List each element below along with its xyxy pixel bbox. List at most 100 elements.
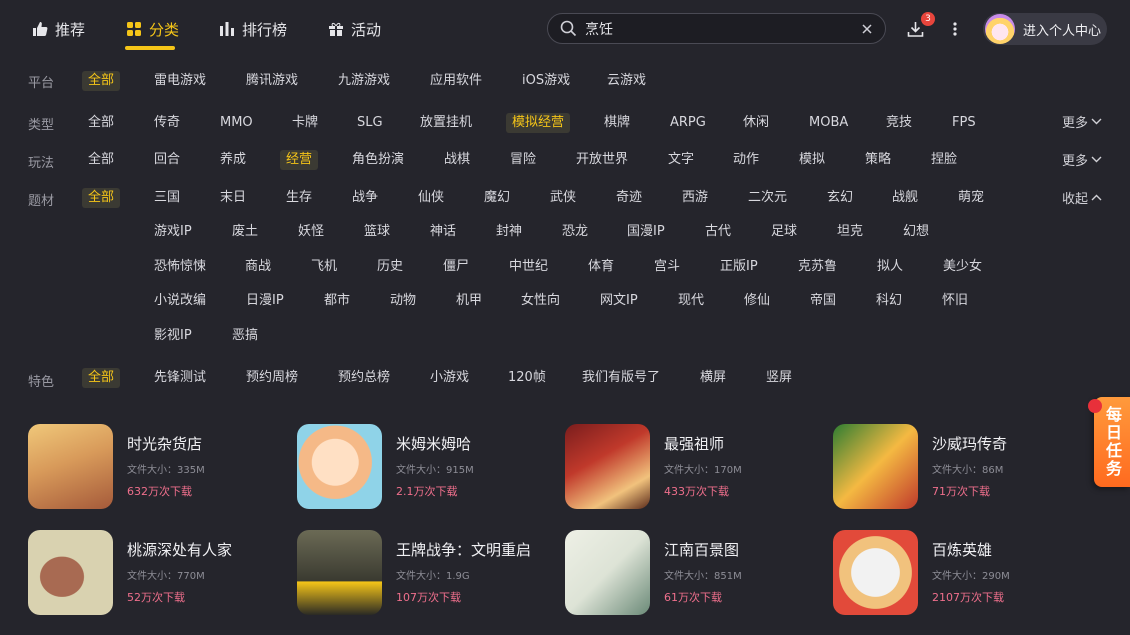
feature-option[interactable]: 全部 (82, 368, 121, 388)
feature-option[interactable]: 竖屏 (766, 368, 792, 388)
theme-option[interactable]: 恐怖惊悚 (154, 257, 206, 277)
theme-option[interactable]: 影视IP (154, 326, 192, 346)
gameplay-option[interactable]: 养成 (220, 150, 246, 170)
theme-option[interactable]: 体育 (588, 257, 614, 277)
theme-option[interactable]: 恶搞 (232, 326, 258, 346)
theme-option[interactable]: 封神 (496, 222, 522, 242)
theme-option[interactable]: 中世纪 (509, 257, 548, 277)
feature-option[interactable]: 预约总榜 (338, 368, 390, 388)
theme-option[interactable]: 女性向 (521, 291, 560, 311)
feature-option[interactable]: 先锋测试 (154, 368, 206, 388)
theme-option[interactable]: 克苏鲁 (798, 257, 837, 277)
feature-option[interactable]: 120帧 (508, 368, 546, 388)
game-card[interactable]: 桃源深处有人家 文件大小：770M 52万次下载 (28, 530, 278, 616)
game-card[interactable]: 江南百景图 文件大小：851M 61万次下载 (565, 530, 815, 616)
type-option[interactable]: 模拟经营 (506, 113, 571, 133)
platform-option[interactable]: 雷电游戏 (154, 71, 206, 91)
theme-option[interactable]: 玄幻 (827, 188, 853, 208)
theme-option[interactable]: 全部 (82, 188, 121, 208)
gameplay-option[interactable]: 动作 (733, 150, 759, 170)
gameplay-option[interactable]: 经营 (280, 150, 319, 170)
theme-option[interactable]: 机甲 (456, 291, 482, 311)
theme-option[interactable]: 废土 (232, 222, 258, 242)
theme-option[interactable]: 科幻 (876, 291, 902, 311)
feature-option[interactable]: 小游戏 (430, 368, 469, 388)
type-option[interactable]: 竞技 (886, 113, 912, 133)
theme-option[interactable]: 修仙 (744, 291, 770, 311)
gameplay-option[interactable]: 开放世界 (576, 150, 628, 170)
theme-option[interactable]: 日漫IP (246, 291, 284, 311)
platform-option[interactable]: iOS游戏 (522, 71, 570, 91)
theme-option[interactable]: 战舰 (892, 188, 918, 208)
theme-option[interactable]: 三国 (154, 188, 180, 208)
theme-option[interactable]: 生存 (286, 188, 312, 208)
type-option[interactable]: 放置挂机 (420, 113, 472, 133)
tab-recommend[interactable]: 推荐 (32, 16, 85, 42)
search-bar[interactable] (547, 13, 886, 44)
theme-option[interactable]: 怀旧 (942, 291, 968, 311)
feature-option[interactable]: 我们有版号了 (582, 368, 660, 388)
type-more-toggle[interactable]: 更多 (1062, 112, 1102, 131)
theme-collapse-toggle[interactable]: 收起 (1062, 188, 1102, 207)
theme-option[interactable]: 正版IP (720, 257, 758, 277)
theme-option[interactable]: 僵尸 (443, 257, 469, 277)
platform-option[interactable]: 云游戏 (607, 71, 646, 91)
type-option[interactable]: MOBA (809, 113, 848, 133)
theme-option[interactable]: 商战 (245, 257, 271, 277)
theme-option[interactable]: 恐龙 (562, 222, 588, 242)
more-menu-button[interactable] (946, 19, 964, 39)
gameplay-option[interactable]: 角色扮演 (352, 150, 404, 170)
gameplay-option[interactable]: 模拟 (799, 150, 825, 170)
theme-option[interactable]: 游戏IP (154, 222, 192, 242)
theme-option[interactable]: 动物 (390, 291, 416, 311)
theme-option[interactable]: 古代 (705, 222, 731, 242)
theme-option[interactable]: 二次元 (748, 188, 787, 208)
feature-option[interactable]: 横屏 (700, 368, 726, 388)
tab-events[interactable]: 活动 (328, 16, 381, 42)
type-option[interactable]: MMO (220, 113, 253, 133)
theme-option[interactable]: 飞机 (311, 257, 337, 277)
theme-option[interactable]: 历史 (377, 257, 403, 277)
game-card[interactable]: 米姆米姆哈 文件大小：915M 2.1万次下载 (297, 424, 547, 510)
type-option[interactable]: 传奇 (154, 113, 180, 133)
gameplay-option[interactable]: 冒险 (510, 150, 536, 170)
theme-option[interactable]: 足球 (771, 222, 797, 242)
theme-option[interactable]: 小说改编 (154, 291, 206, 311)
gameplay-option[interactable]: 全部 (88, 150, 114, 170)
game-card[interactable]: 最强祖师 文件大小：170M 433万次下载 (565, 424, 815, 510)
gameplay-option[interactable]: 战棋 (444, 150, 470, 170)
tab-category[interactable]: 分类 (126, 16, 179, 42)
theme-option[interactable]: 武侠 (550, 188, 576, 208)
clear-search-icon[interactable] (861, 23, 873, 35)
theme-option[interactable]: 拟人 (877, 257, 903, 277)
theme-option[interactable]: 奇迹 (616, 188, 642, 208)
profile-button[interactable]: 进入个人中心 (983, 13, 1107, 45)
type-option[interactable]: ARPG (670, 113, 706, 133)
search-input[interactable] (585, 20, 861, 37)
type-option[interactable]: 休闲 (743, 113, 769, 133)
theme-option[interactable]: 萌宠 (958, 188, 984, 208)
gameplay-more-toggle[interactable]: 更多 (1062, 150, 1102, 169)
theme-option[interactable]: 帝国 (810, 291, 836, 311)
theme-option[interactable]: 国漫IP (627, 222, 665, 242)
type-option[interactable]: 卡牌 (292, 113, 318, 133)
type-option[interactable]: 棋牌 (604, 113, 630, 133)
theme-option[interactable]: 神话 (430, 222, 456, 242)
game-card[interactable]: 时光杂货店 文件大小：335M 632万次下载 (28, 424, 278, 510)
theme-option[interactable]: 仙侠 (418, 188, 444, 208)
tab-ranking[interactable]: 排行榜 (219, 16, 287, 42)
platform-option[interactable]: 腾讯游戏 (246, 71, 298, 91)
game-card[interactable]: 王牌战争：文明重启 文件大小：1.9G 107万次下载 (297, 530, 547, 616)
theme-option[interactable]: 西游 (682, 188, 708, 208)
game-card[interactable]: 沙威玛传奇 文件大小：86M 71万次下载 (833, 424, 1083, 510)
type-option[interactable]: FPS (952, 113, 976, 133)
feature-option[interactable]: 预约周榜 (246, 368, 298, 388)
platform-option[interactable]: 九游游戏 (338, 71, 390, 91)
type-option[interactable]: SLG (357, 113, 383, 133)
platform-option[interactable]: 应用软件 (430, 71, 482, 91)
theme-option[interactable]: 宫斗 (654, 257, 680, 277)
theme-option[interactable]: 都市 (324, 291, 350, 311)
theme-option[interactable]: 幻想 (903, 222, 929, 242)
theme-option[interactable]: 妖怪 (298, 222, 324, 242)
theme-option[interactable]: 战争 (352, 188, 378, 208)
